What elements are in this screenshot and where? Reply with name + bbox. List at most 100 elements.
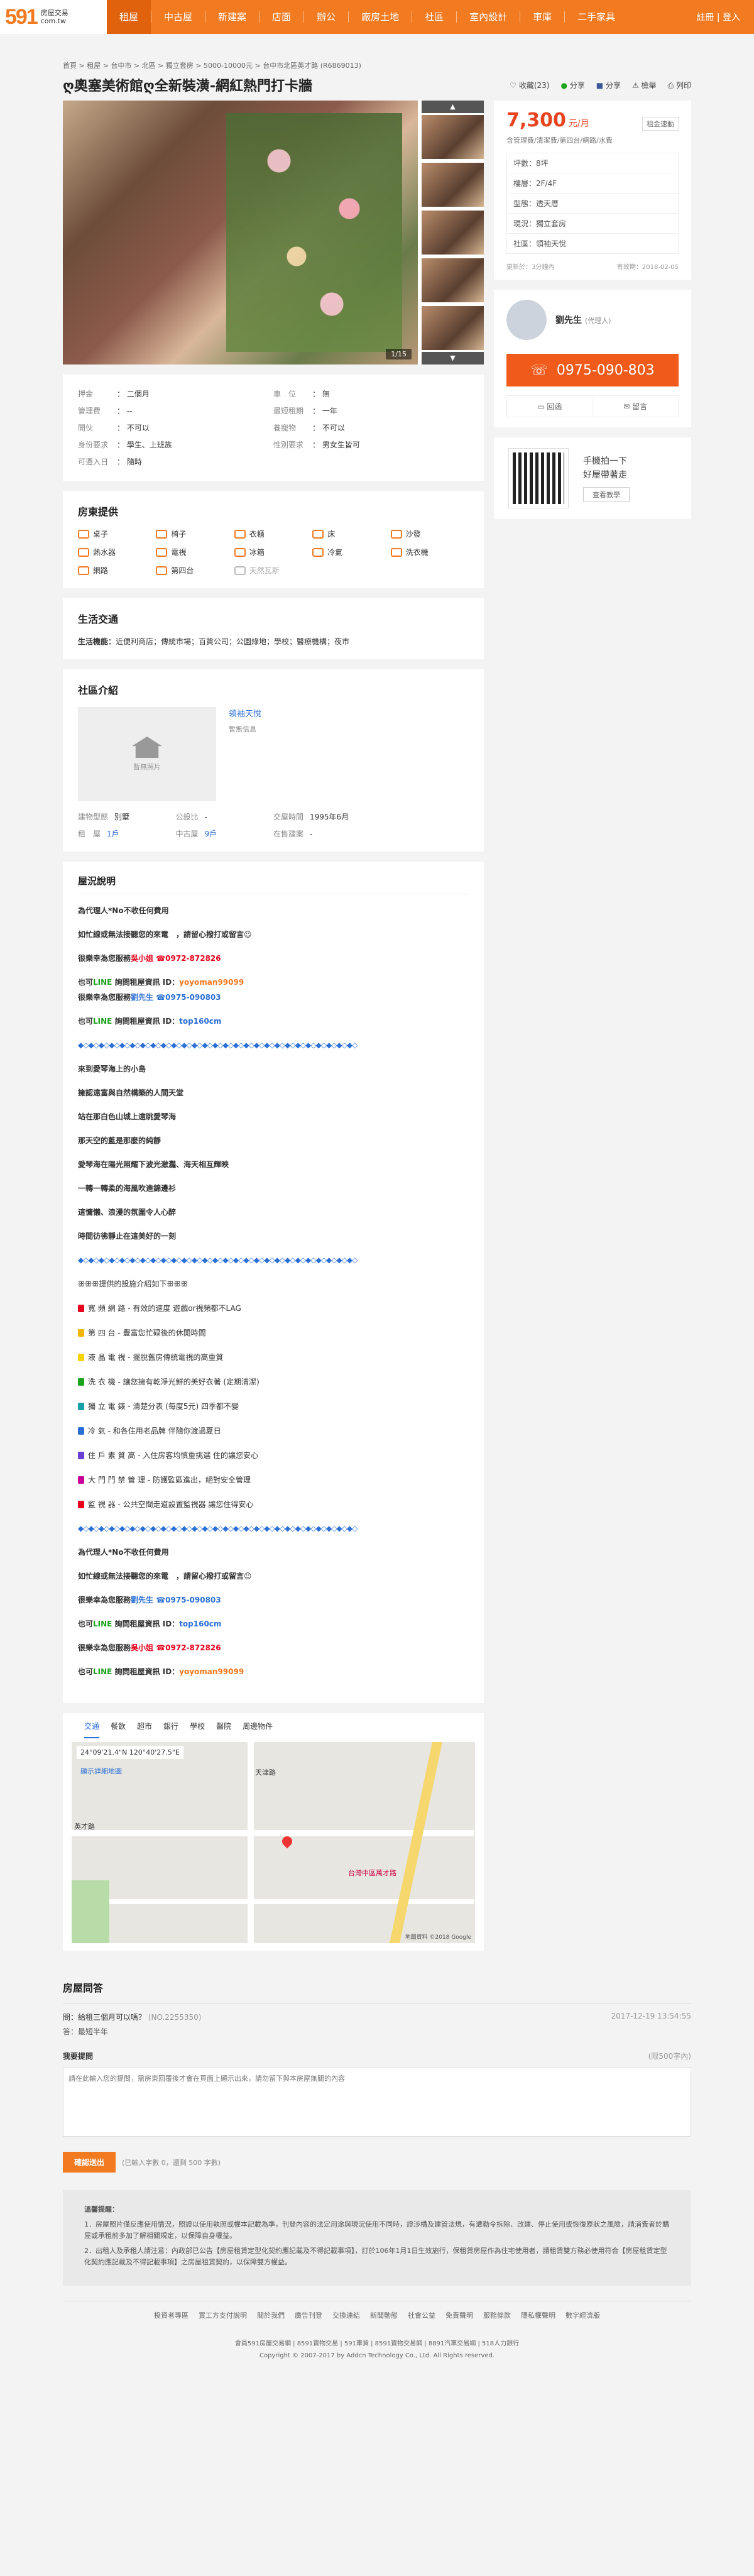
stat-key: 中古屋 xyxy=(175,830,199,838)
map-detail-link[interactable]: 顯示詳細地圖 xyxy=(77,1763,126,1779)
summary-cell: 現況：獨立套房 xyxy=(506,213,679,234)
summary-row: 樓層：2F/4F xyxy=(506,173,679,194)
thumb-down-arrow-icon[interactable]: ▼ xyxy=(422,352,484,364)
summary-cell: 樓層：2F/4F xyxy=(506,173,679,194)
summary-value: 2F/4F xyxy=(536,179,557,188)
nav-item[interactable]: 車庫 xyxy=(520,0,564,34)
footer-link[interactable]: 投資者專區 xyxy=(154,2310,188,2320)
nav-item[interactable]: 室內設計 xyxy=(457,0,520,34)
facility-label: 桌子 xyxy=(93,530,109,539)
facility-item: 椅子 xyxy=(156,529,234,539)
nav-item[interactable]: 店面 xyxy=(260,0,303,34)
amenity-bullet-icon xyxy=(78,1329,84,1337)
footer-link[interactable]: 買工方支付說明 xyxy=(199,2310,247,2320)
thumbnail[interactable] xyxy=(422,306,484,350)
amenity-item: 洗 衣 機 - 讓您擁有乾淨光鮮的美好衣著 (定期清潔) xyxy=(78,1376,469,1387)
footer-link[interactable]: 交換連結 xyxy=(332,2310,360,2320)
info-key: 性別要求 xyxy=(273,441,304,449)
map-tab[interactable]: 學校 xyxy=(190,1721,205,1738)
map-tab[interactable]: 交通 xyxy=(84,1721,100,1738)
submit-button[interactable]: 確認送出 xyxy=(63,2152,116,2173)
info-row: 管理費 ： -- xyxy=(78,405,273,416)
footer-link[interactable]: 隱私權聲明 xyxy=(521,2310,555,2320)
map-canvas[interactable]: 24°09'21.4"N 120°40'27.5"E 顯示詳細地圖 英才路 台灣… xyxy=(72,1742,475,1943)
map-tab[interactable]: 超市 xyxy=(137,1721,152,1738)
thumbnail[interactable] xyxy=(422,258,484,302)
page-title: ღ奧塞美術館ღ全新裝潢-網紅熱門打卡牆 xyxy=(63,79,312,94)
nav-item[interactable]: 社區 xyxy=(412,0,456,34)
phone-number: 0975-090-803 xyxy=(556,362,655,378)
notice-box: 溫馨提醒： 1．房屋照片僅反應使用情況，照證以使用執照或權本記載為準，刊登內容的法… xyxy=(63,2190,691,2286)
thumbnail[interactable] xyxy=(422,163,484,207)
summary-value: 8坪 xyxy=(536,159,549,168)
nav-item[interactable]: 辦公 xyxy=(304,0,348,34)
summary-row: 現況：獨立套房 xyxy=(506,213,679,234)
question-input[interactable] xyxy=(63,2068,691,2137)
stat-value: 1995年6月 xyxy=(310,813,349,821)
info-value: ： 不可以 xyxy=(117,424,150,432)
facility-label: 冷氣 xyxy=(327,548,343,557)
nav-item[interactable]: 廠房土地 xyxy=(349,0,412,34)
logo-sub-1: 房屋交易 xyxy=(40,9,68,17)
footer-link[interactable]: 新聞動態 xyxy=(370,2310,398,2320)
map-tab[interactable]: 周邊物件 xyxy=(243,1721,273,1738)
phone-button[interactable]: ☏ 0975-090-803 xyxy=(506,354,679,386)
phone-icon: ☏ xyxy=(530,362,548,378)
info-value: ： -- xyxy=(117,407,133,415)
nav-item[interactable]: 租屋 xyxy=(107,0,151,34)
nav-item[interactable]: 中古屋 xyxy=(151,0,205,34)
amenity-item: 監 視 器 - 公共空間走道設置監視器 讓您住得安心 xyxy=(78,1499,469,1510)
thumbnail[interactable] xyxy=(422,115,484,159)
section-title: 房屋問答 xyxy=(63,1971,691,2004)
info-value: ： 隨時 xyxy=(117,458,142,466)
map-tab[interactable]: 醫院 xyxy=(216,1721,231,1738)
diamond-divider: ◆◇◆◇◆◇◆◇◆◇◆◇◆◇◆◇◆◇◆◇◆◇◆◇◆◇◆◇◆◇◆◇◆◇◆◇◆◇◆◇… xyxy=(78,1256,358,1264)
footer-link[interactable]: 關於我們 xyxy=(257,2310,285,2320)
facility-item: 桌子 xyxy=(78,529,156,539)
site-logo[interactable]: 591 房屋交易 com.tw xyxy=(0,0,107,34)
amenity-text: 監 視 器 - 公共空間走道設置監視器 讓您住得安心 xyxy=(88,1500,254,1509)
breadcrumb[interactable]: 首頁 > 租屋 > 台中市 > 北區 > 獨立套房 > 5000-10000元 … xyxy=(63,34,691,73)
section-title: 屋況說明 xyxy=(78,874,469,894)
amenity-list: 寬 頻 網 路 - 有效的速度 遊戲or視頻都不LAG 第 四 台 - 豐富您忙碌… xyxy=(78,1303,469,1510)
login-link[interactable]: 註冊 | 登入 xyxy=(696,0,754,34)
amenity-bullet-icon xyxy=(78,1500,84,1508)
nav-item[interactable]: 新建案 xyxy=(205,0,259,34)
reply-button[interactable]: ▭ 回函 xyxy=(507,396,593,417)
thumb-up-arrow-icon[interactable]: ▲ xyxy=(422,101,484,113)
location-pin-icon[interactable] xyxy=(280,1834,295,1849)
question-time: 2017-12-19 13:54:55 xyxy=(611,2012,691,2020)
map-tab[interactable]: 銀行 xyxy=(163,1721,178,1738)
footer-link[interactable]: 免責聲明 xyxy=(445,2310,473,2320)
footer-link[interactable]: 服務條款 xyxy=(483,2310,511,2320)
print-button[interactable]: ⎙ 列印 xyxy=(668,80,691,90)
info-key: 身份要求 xyxy=(78,441,109,449)
report-button[interactable]: ⚠ 檢舉 xyxy=(632,80,657,90)
summary-value: 獨立套房 xyxy=(536,219,567,228)
footer-link[interactable]: 廣告刊登 xyxy=(295,2310,322,2320)
community-name-link[interactable]: 領袖天悅 xyxy=(229,707,261,719)
message-button[interactable]: ✉ 留言 xyxy=(593,396,679,417)
poem-line: 時間彷彿靜止在這美好的一刻 xyxy=(78,1232,177,1241)
amenity-text: 寬 頻 網 路 - 有效的速度 遊戲or視頻都不LAG xyxy=(88,1304,241,1313)
tutorial-button[interactable]: 查看教學 xyxy=(583,487,630,502)
favorite-button[interactable]: ♡ 收藏(23) xyxy=(510,80,549,90)
poem-line: 來到愛琴海上的小島 xyxy=(78,1065,146,1073)
desc-call-note: 如忙線或無法接聽您的來電 ，請留心撥打或留言☺ xyxy=(78,1572,252,1581)
thumbnail-strip: ▲ ▼ xyxy=(418,101,484,364)
section-title: 社區介紹 xyxy=(78,684,119,696)
price-tag[interactable]: 租金速動 xyxy=(642,117,679,131)
notice-line: 2．出租人及承租人請注意：內政部已公告【房屋租賃定型化契約應記載及不得記載事項】… xyxy=(84,2247,667,2266)
line-share-button[interactable]: ● 分享 xyxy=(560,80,584,90)
street-label: 英才路 xyxy=(74,1822,95,1831)
footer-link[interactable]: 社會公益 xyxy=(408,2310,435,2320)
map-tab[interactable]: 餐飲 xyxy=(111,1721,126,1738)
summary-key: 樓層： xyxy=(513,179,537,188)
footer-link[interactable]: 數字經濟版 xyxy=(566,2310,600,2320)
nav-item[interactable]: 二手家具 xyxy=(565,0,628,34)
facebook-share-button[interactable]: ■ 分享 xyxy=(596,80,621,90)
traffic-label: 生活機能： xyxy=(78,637,116,646)
info-row: 開伙 ： 不可以 xyxy=(78,422,273,433)
thumbnail[interactable] xyxy=(422,211,484,255)
main-photo[interactable]: 1/15 xyxy=(63,101,418,364)
